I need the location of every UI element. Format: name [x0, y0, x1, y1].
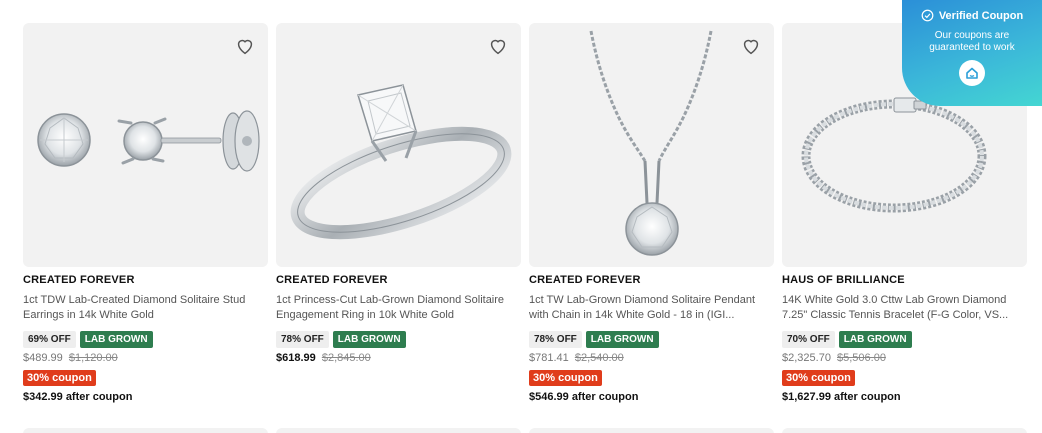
sale-price: $2,325.70: [782, 352, 831, 364]
after-coupon-price: $1,627.99 after coupon: [782, 391, 901, 403]
product-brand: CREATED FOREVER: [529, 274, 641, 286]
product-brand: CREATED FOREVER: [23, 274, 135, 286]
heart-icon: [237, 39, 253, 55]
favorite-button[interactable]: [740, 35, 762, 57]
product-title[interactable]: 1ct Princess-Cut Lab-Grown Diamond Solit…: [276, 293, 521, 323]
product-card-partial[interactable]: [529, 428, 774, 433]
discount-badge: 70% OFF: [782, 331, 835, 348]
after-coupon-price: $546.99 after coupon: [529, 391, 639, 403]
lab-grown-badge: LAB GROWN: [332, 331, 406, 348]
sale-price: $781.41: [529, 352, 569, 364]
product-grid: CREATED FOREVER 1ct TDW Lab-Created Diam…: [23, 23, 1027, 403]
coupon-badge: 30% coupon: [529, 370, 602, 386]
product-brand: HAUS OF BRILLIANCE: [782, 274, 905, 286]
heart-icon: [743, 39, 759, 55]
product-card[interactable]: CREATED FOREVER 1ct Princess-Cut Lab-Gro…: [276, 23, 521, 403]
product-card-partial[interactable]: [782, 428, 1027, 433]
check-circle-icon: [921, 9, 934, 22]
lab-grown-badge: LAB GROWN: [585, 331, 659, 348]
house-logo-icon: [966, 67, 978, 79]
pendant-image: [589, 30, 713, 256]
stud-earrings-image: [37, 110, 260, 172]
extension-logo-button[interactable]: [959, 60, 985, 86]
sale-price: $618.99: [276, 352, 316, 364]
ring-image: [290, 84, 512, 240]
next-row-cards: [23, 428, 1027, 433]
verified-coupon-subtitle: Our coupons are guaranteed to work: [929, 30, 1015, 53]
product-title[interactable]: 1ct TW Lab-Grown Diamond Solitaire Penda…: [529, 293, 774, 323]
after-coupon-price: $342.99 after coupon: [23, 391, 133, 403]
coupon-badge: 30% coupon: [23, 370, 96, 386]
product-brand: CREATED FOREVER: [276, 274, 388, 286]
product-image[interactable]: [276, 23, 521, 267]
product-image[interactable]: [23, 23, 268, 267]
original-price: $2,540.00: [574, 352, 624, 364]
sale-price: $489.99: [23, 352, 63, 364]
original-price: $1,120.00: [68, 352, 118, 364]
product-title[interactable]: 14K White Gold 3.0 Cttw Lab Grown Diamon…: [782, 293, 1027, 323]
product-card-partial[interactable]: [276, 428, 521, 433]
discount-badge: 69% OFF: [23, 331, 76, 348]
product-card[interactable]: CREATED FOREVER 1ct TW Lab-Grown Diamond…: [529, 23, 774, 403]
lab-grown-badge: LAB GROWN: [838, 331, 912, 348]
product-image[interactable]: [529, 23, 774, 267]
original-price: $2,845.00: [321, 352, 371, 364]
verified-coupon-title: Verified Coupon: [938, 9, 1024, 22]
heart-icon: [490, 39, 506, 55]
discount-badge: 78% OFF: [276, 331, 329, 348]
favorite-button[interactable]: [234, 35, 256, 57]
lab-grown-badge: LAB GROWN: [79, 331, 153, 348]
favorite-button[interactable]: [487, 35, 509, 57]
original-price: $5,506.00: [837, 352, 886, 364]
product-card-partial[interactable]: [23, 428, 268, 433]
coupon-badge: 30% coupon: [782, 370, 855, 386]
discount-badge: 78% OFF: [529, 331, 582, 348]
product-card[interactable]: CREATED FOREVER 1ct TDW Lab-Created Diam…: [23, 23, 268, 403]
verified-coupon-banner[interactable]: Verified Coupon Our coupons are guarante…: [902, 0, 1042, 106]
product-title[interactable]: 1ct TDW Lab-Created Diamond Solitaire St…: [23, 293, 268, 323]
